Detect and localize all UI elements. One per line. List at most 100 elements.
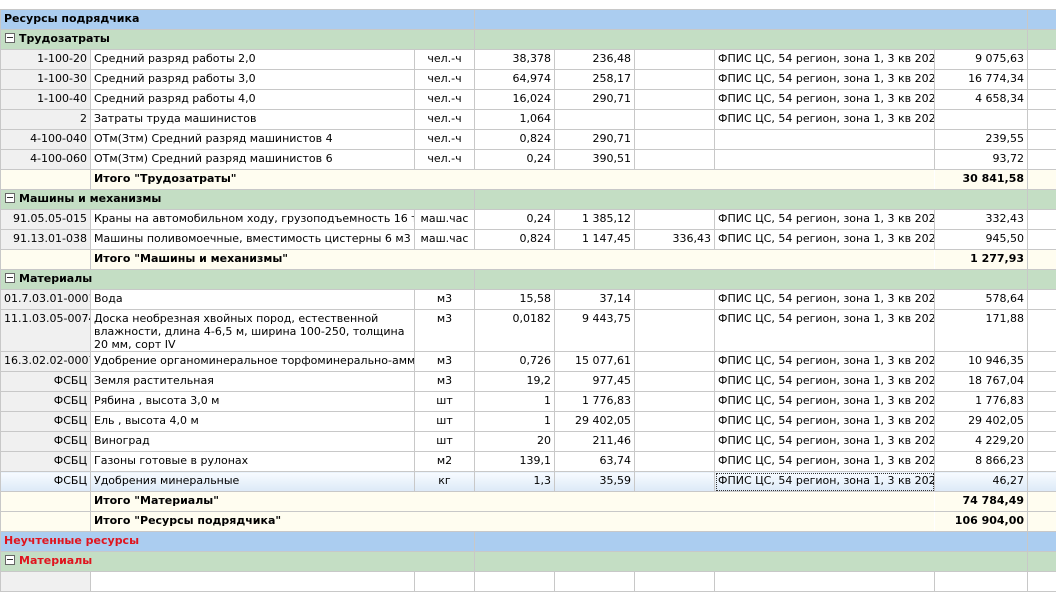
- resource-code[interactable]: 2: [1, 110, 91, 130]
- resource-source[interactable]: ФПИС ЦС, 54 регион, зона 1, 3 кв 2023: [715, 70, 935, 90]
- resource-extra[interactable]: [635, 310, 715, 352]
- resource-row[interactable]: 4-100-040ОТм(Зтм) Средний разряд машинис…: [1, 130, 1056, 150]
- collapse-toggle-icon[interactable]: [5, 33, 15, 43]
- resource-total[interactable]: 46,27: [935, 472, 1028, 492]
- resource-total[interactable]: 29 402,05: [935, 412, 1028, 432]
- resource-code[interactable]: 16.3.02.02-0007: [1, 352, 91, 372]
- group-total-row[interactable]: Итого "Материалы"74 784,49: [1, 492, 1056, 512]
- section-header[interactable]: Неучтенные ресурсы: [1, 532, 475, 552]
- resource-code[interactable]: ФСБЦ: [1, 472, 91, 492]
- resource-extra[interactable]: [635, 290, 715, 310]
- resource-price[interactable]: 258,17: [555, 70, 635, 90]
- resource-total[interactable]: 945,50: [935, 230, 1028, 250]
- resource-source[interactable]: ФПИС ЦС, 54 регион, зона 1, 3 кв 2023: [715, 230, 935, 250]
- resource-unit[interactable]: чел.-ч: [415, 50, 475, 70]
- resource-price[interactable]: 37,14: [555, 290, 635, 310]
- resource-total[interactable]: 239,55: [935, 130, 1028, 150]
- resource-unit[interactable]: м3: [415, 372, 475, 392]
- resource-total[interactable]: 8 866,23: [935, 452, 1028, 472]
- resource-code[interactable]: 1-100-40: [1, 90, 91, 110]
- section-header-row[interactable]: Ресурсы подрядчика: [1, 10, 1056, 30]
- resource-code[interactable]: ФСБЦ: [1, 372, 91, 392]
- resource-unit[interactable]: м3: [415, 290, 475, 310]
- collapse-toggle-icon[interactable]: [5, 273, 15, 283]
- resource-price[interactable]: 211,46: [555, 432, 635, 452]
- resource-total[interactable]: 171,88: [935, 310, 1028, 352]
- resource-unit[interactable]: маш.час: [415, 230, 475, 250]
- resource-total[interactable]: 332,43: [935, 210, 1028, 230]
- collapse-toggle-icon[interactable]: [5, 193, 15, 203]
- resource-row[interactable]: 01.7.03.01-0001Водам315,5837,14 ФПИС ЦС, …: [1, 290, 1056, 310]
- group-header-row[interactable]: Машины и механизмы: [1, 190, 1056, 210]
- section-total-row[interactable]: Итого "Ресурсы подрядчика"106 904,00: [1, 512, 1056, 532]
- resource-price[interactable]: [555, 110, 635, 130]
- resource-price[interactable]: 390,51: [555, 150, 635, 170]
- resource-price[interactable]: 29 402,05: [555, 412, 635, 432]
- resource-price[interactable]: 9 443,75: [555, 310, 635, 352]
- resource-name[interactable]: Газоны готовые в рулонах: [91, 452, 415, 472]
- resource-extra[interactable]: [635, 130, 715, 150]
- resource-source[interactable]: ФПИС ЦС, 54 регион, зона 1, 3 кв 2023: [715, 372, 935, 392]
- empty-row[interactable]: [1, 572, 1056, 592]
- resource-source[interactable]: ФПИС ЦС, 54 регион, зона 1, 3 кв 2023: [715, 432, 935, 452]
- resource-quantity[interactable]: 0,0182: [475, 310, 555, 352]
- resource-source[interactable]: ФПИС ЦС, 54 регион, зона 1, 3 кв 2023: [715, 90, 935, 110]
- resource-extra[interactable]: [635, 392, 715, 412]
- resource-price[interactable]: 15 077,61: [555, 352, 635, 372]
- resource-total[interactable]: 4 229,20: [935, 432, 1028, 452]
- resource-unit[interactable]: чел.-ч: [415, 70, 475, 90]
- resource-price[interactable]: 977,45: [555, 372, 635, 392]
- resource-source[interactable]: ФПИС ЦС, 54 регион, зона 1, 3 кв 2023: [715, 392, 935, 412]
- resource-quantity[interactable]: 15,58: [475, 290, 555, 310]
- resource-extra[interactable]: [635, 150, 715, 170]
- resource-price[interactable]: 1 776,83: [555, 392, 635, 412]
- resource-unit[interactable]: м2: [415, 452, 475, 472]
- resource-source[interactable]: ФПИС ЦС, 54 регион, зона 1, 3 кв 2023: [715, 452, 935, 472]
- resource-name[interactable]: Удобрения минеральные: [91, 472, 415, 492]
- resource-unit[interactable]: чел.-ч: [415, 130, 475, 150]
- resource-code[interactable]: ФСБЦ: [1, 432, 91, 452]
- resource-row[interactable]: 2Затраты труда машинистовчел.-ч1,064ФПИС…: [1, 110, 1056, 130]
- resource-extra[interactable]: [635, 50, 715, 70]
- resource-name[interactable]: Затраты труда машинистов: [91, 110, 415, 130]
- resource-total[interactable]: 1 776,83: [935, 392, 1028, 412]
- resource-row[interactable]: 4-100-060ОТм(Зтм) Средний разряд машинис…: [1, 150, 1056, 170]
- resource-row[interactable]: ФСБЦГазоны готовые в рулонахм2139,163,74…: [1, 452, 1056, 472]
- resource-name[interactable]: Средний разряд работы 3,0: [91, 70, 415, 90]
- resource-quantity[interactable]: 139,1: [475, 452, 555, 472]
- resource-code[interactable]: 01.7.03.01-0001: [1, 290, 91, 310]
- resource-total[interactable]: 93,72: [935, 150, 1028, 170]
- section-header[interactable]: Ресурсы подрядчика: [1, 10, 475, 30]
- group-total-row[interactable]: Итого "Машины и механизмы"1 277,93: [1, 250, 1056, 270]
- resource-row[interactable]: 1-100-40Средний разряд работы 4,0чел.-ч1…: [1, 90, 1056, 110]
- resource-source[interactable]: ФПИС ЦС, 54 регион, зона 1, 3 кв 2023: [715, 352, 935, 372]
- resource-source[interactable]: ФПИС ЦС, 54 регион, зона 1, 3 кв 2023: [715, 290, 935, 310]
- resource-extra[interactable]: [635, 70, 715, 90]
- resource-name[interactable]: Вода: [91, 290, 415, 310]
- group-header[interactable]: Трудозатраты: [1, 30, 475, 50]
- resource-unit[interactable]: чел.-ч: [415, 110, 475, 130]
- resource-price[interactable]: 290,71: [555, 130, 635, 150]
- resource-unit[interactable]: кг: [415, 472, 475, 492]
- resource-row[interactable]: ФСБЦУдобрения минеральныекг1,335,59ФПИС …: [1, 472, 1056, 492]
- resource-name[interactable]: Ель , высота 4,0 м: [91, 412, 415, 432]
- resource-quantity[interactable]: 1,3: [475, 472, 555, 492]
- resource-quantity[interactable]: 0,726: [475, 352, 555, 372]
- resource-quantity[interactable]: 0,824: [475, 230, 555, 250]
- group-header[interactable]: Материалы: [1, 552, 475, 572]
- resource-extra[interactable]: [635, 452, 715, 472]
- resource-quantity[interactable]: 1: [475, 392, 555, 412]
- resource-total[interactable]: 18 767,04: [935, 372, 1028, 392]
- collapse-toggle-icon[interactable]: [5, 555, 15, 565]
- resource-total[interactable]: 10 946,35: [935, 352, 1028, 372]
- group-header[interactable]: Материалы: [1, 270, 475, 290]
- resource-row[interactable]: ФСБЦРябина , высота 3,0 мшт11 776,83ФПИС…: [1, 392, 1056, 412]
- group-header-row[interactable]: Материалы: [1, 270, 1056, 290]
- resource-extra[interactable]: [635, 372, 715, 392]
- resource-name[interactable]: Средний разряд работы 4,0: [91, 90, 415, 110]
- resources-grid[interactable]: Ресурсы подрядчикаТрудозатраты1-100-20Ср…: [0, 9, 1056, 592]
- resource-unit[interactable]: чел.-ч: [415, 90, 475, 110]
- section-header-row[interactable]: Неучтенные ресурсы: [1, 532, 1056, 552]
- resource-quantity[interactable]: 20: [475, 432, 555, 452]
- resource-quantity[interactable]: 38,378: [475, 50, 555, 70]
